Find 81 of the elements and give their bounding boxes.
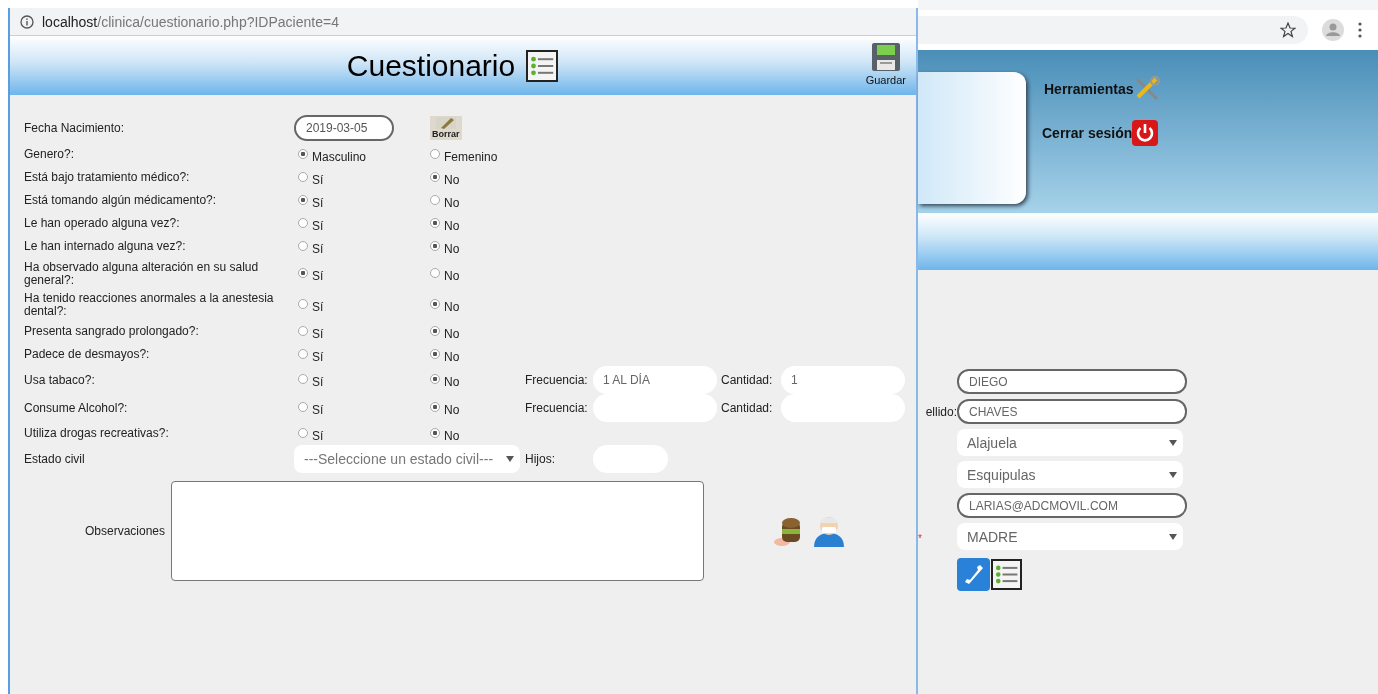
text-field[interactable]: 1 AL DÍA — [593, 366, 717, 394]
caret-icon — [506, 456, 514, 462]
clear-button[interactable]: Borrar — [430, 116, 462, 140]
select-field[interactable]: MADRE — [957, 523, 1183, 550]
star-icon[interactable] — [1280, 22, 1296, 38]
field-label: Le han internado alguna vez?: — [24, 240, 187, 253]
radio-option[interactable]: No — [430, 237, 525, 256]
info-icon — [20, 14, 34, 29]
field-label: Frecuencia: — [525, 373, 589, 387]
page-title: Cuestionario — [346, 48, 516, 83]
date-field[interactable]: 2019-03-05 — [294, 115, 394, 141]
checklist-icon — [525, 48, 560, 83]
text-field[interactable]: DIEGO — [957, 369, 1187, 394]
caret-icon — [1169, 471, 1177, 478]
radio-option[interactable]: Sí — [298, 214, 430, 233]
field-label: Cantidad: — [721, 401, 774, 415]
doctor-icon[interactable] — [812, 514, 846, 548]
save-button[interactable]: Guardar — [865, 42, 906, 86]
field-label: Fecha Nacimiento: — [24, 121, 126, 135]
radio-option[interactable]: Sí — [298, 295, 430, 314]
field-label: Presenta sangrado prolongado?: — [24, 325, 200, 338]
tools-icon — [1133, 76, 1160, 102]
select-field[interactable]: ---Seleccione un estado civil--- — [294, 445, 520, 473]
phone-icon[interactable] — [957, 558, 990, 591]
field-label: Está bajo tratamiento médico?: — [24, 171, 191, 184]
url-host: localhost — [42, 13, 98, 30]
field-label: Estado civil — [24, 452, 86, 466]
radio-option[interactable]: Sí — [298, 191, 430, 210]
address-bar[interactable]: localhost/clinica/cuestionario.php?IDPaciente=4 — [10, 8, 916, 36]
radio-option[interactable]: Sí — [298, 168, 430, 187]
radio-option[interactable]: Sí — [298, 399, 430, 417]
radio-option[interactable]: Sí — [298, 264, 430, 283]
required-mark: * — [918, 532, 922, 544]
pencil-icon — [435, 117, 456, 129]
checklist-icon[interactable] — [990, 558, 1023, 591]
menu-link[interactable]: Herramientas — [1044, 76, 1160, 102]
radio-option[interactable]: No — [430, 424, 525, 443]
radio-option[interactable]: No — [430, 264, 525, 283]
field-label: Hijos: — [525, 452, 556, 466]
avatar-icon[interactable] — [1322, 19, 1344, 41]
radio-option[interactable]: Femenino — [430, 145, 525, 164]
radio-option[interactable]: No — [430, 214, 525, 233]
radio-option[interactable]: Masculino — [298, 145, 430, 164]
menu-icon[interactable] — [1358, 22, 1362, 38]
save-icon — [870, 42, 901, 72]
radio-option[interactable]: Sí — [298, 371, 430, 389]
radio-option[interactable]: No — [430, 295, 525, 314]
radio-option[interactable]: No — [430, 322, 525, 341]
radio-option[interactable]: Sí — [298, 424, 430, 443]
field-label: Consume Alcohol?: — [24, 401, 129, 415]
field-label: Padece de desmayos?: — [24, 348, 151, 361]
field-label: Ha observado alguna alteración en su salud general?: — [24, 260, 260, 287]
text-area[interactable] — [171, 481, 704, 581]
field-label: Le han operado alguna vez?: — [24, 217, 181, 230]
text-field[interactable]: CHAVES — [957, 399, 1187, 424]
text-field[interactable]: LARIAS@ADCMOVIL.COM — [957, 493, 1187, 518]
radio-option[interactable]: No — [430, 168, 525, 187]
radio-option[interactable]: Sí — [298, 237, 430, 256]
select-field[interactable]: Esquipulas — [957, 461, 1183, 488]
radio-option[interactable]: No — [430, 191, 525, 210]
field-label: Cantidad: — [721, 373, 774, 387]
power-icon — [1132, 120, 1159, 146]
menu-link[interactable]: Cerrar sesión — [1042, 120, 1159, 146]
text-field[interactable]: 1 — [781, 366, 905, 394]
field-label: Está tomando algún médicamento?: — [24, 194, 218, 207]
caret-icon — [1169, 533, 1177, 540]
field-label: Ha tenido reacciones anormales a la anestesia dental?: — [24, 291, 275, 318]
radio-option[interactable]: Sí — [298, 322, 430, 341]
select-field[interactable]: Alajuela — [957, 429, 1183, 456]
radio-option[interactable]: No — [430, 371, 525, 389]
url-path: /clinica/cuestionario.php?IDPaciente=4 — [97, 13, 339, 30]
field-label: ellido: — [925, 404, 957, 419]
caret-icon — [1169, 439, 1177, 446]
radio-option[interactable]: Sí — [298, 345, 430, 364]
radio-option[interactable]: No — [430, 399, 525, 417]
field-label: Observaciones — [83, 524, 166, 538]
field-label: Frecuencia: — [525, 401, 589, 415]
radio-option[interactable]: No — [430, 345, 525, 364]
field-label: Genero?: — [24, 148, 76, 161]
field-label: Usa tabaco?: — [24, 373, 96, 387]
field-label: Utiliza drogas recreativas?: — [24, 427, 170, 440]
